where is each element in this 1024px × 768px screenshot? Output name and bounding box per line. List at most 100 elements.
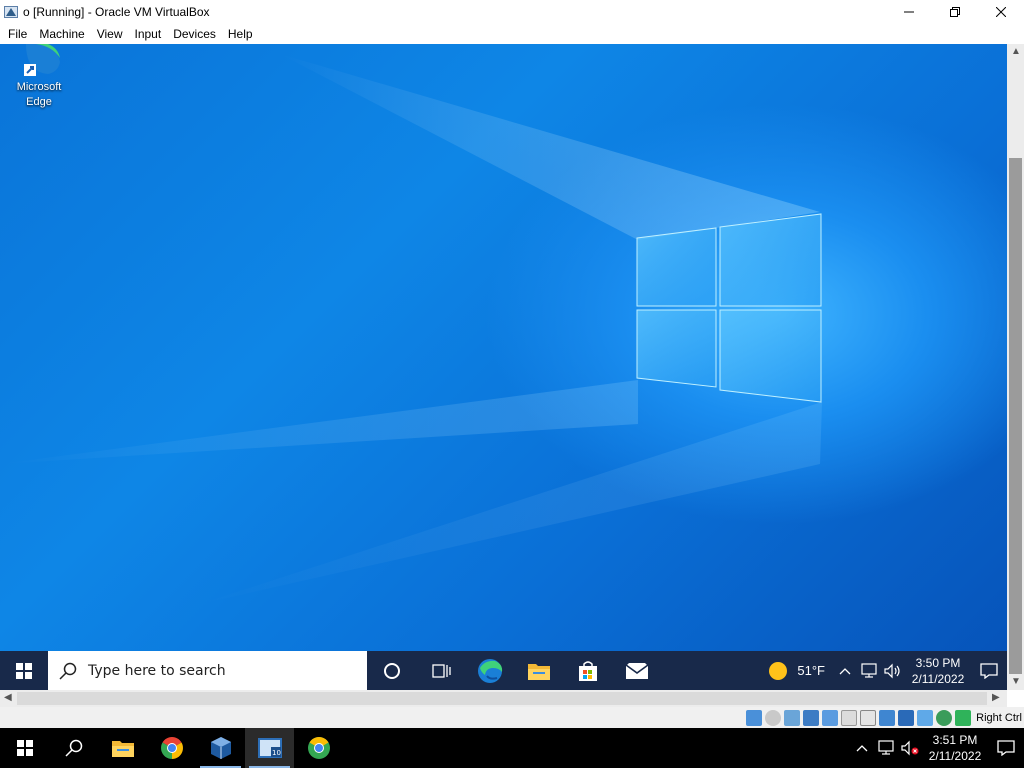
host-time: 3:51 PM — [932, 733, 978, 747]
host-file-explorer[interactable] — [98, 728, 147, 768]
virtualbox-icon — [210, 737, 231, 759]
windows-start-icon — [16, 662, 32, 679]
cortana-button[interactable] — [367, 651, 416, 690]
menu-view[interactable]: View — [91, 24, 129, 44]
notification-icon — [997, 740, 1015, 756]
volume-icon — [884, 663, 900, 678]
network-icon — [878, 740, 894, 755]
guest-notification-button[interactable] — [971, 662, 1007, 679]
horizontal-scroll-thumb[interactable] — [17, 692, 987, 705]
vertical-scrollbar[interactable]: ▲ ▼ — [1007, 44, 1024, 690]
restore-icon — [950, 7, 960, 17]
network-button[interactable] — [874, 740, 898, 756]
host-search-button[interactable] — [49, 728, 98, 768]
guest-clock[interactable]: 3:50 PM 2/11/2022 — [905, 655, 971, 687]
close-icon — [996, 7, 1006, 17]
host-virtualbox[interactable] — [196, 728, 245, 768]
vm-status-bar: Right Ctrl — [0, 707, 1024, 728]
host-chrome[interactable] — [147, 728, 196, 768]
video-capture-icon[interactable] — [879, 709, 896, 726]
menu-file[interactable]: File — [2, 24, 33, 44]
chevron-up-icon — [856, 745, 868, 752]
volume-muted-button[interactable] — [898, 740, 922, 756]
store-icon — [578, 660, 597, 681]
show-hidden-icons-button[interactable] — [850, 744, 874, 752]
menu-bar: File Machine View Input Devices Help — [0, 24, 1024, 44]
windows-logo — [636, 213, 822, 403]
windows-start-icon — [16, 740, 33, 756]
menu-help[interactable]: Help — [222, 24, 259, 44]
scroll-left-icon[interactable]: ◀ — [4, 692, 12, 703]
host-start-button[interactable] — [0, 728, 49, 768]
host-chrome-alt[interactable] — [294, 728, 343, 768]
taskbar-store[interactable] — [563, 651, 612, 690]
chevron-up-icon — [839, 667, 851, 674]
taskbar-mail[interactable] — [612, 651, 661, 690]
chrome-alt-icon — [307, 737, 330, 759]
edge-icon — [477, 658, 502, 683]
network-icon — [861, 662, 877, 678]
guest-date: 2/11/2022 — [911, 671, 965, 686]
host-notification-button[interactable] — [988, 740, 1024, 756]
scroll-up-icon[interactable]: ▲ — [1011, 46, 1021, 57]
cortana-icon — [383, 662, 400, 679]
file-explorer-icon — [527, 663, 550, 680]
hard-disk-icon[interactable] — [746, 709, 763, 726]
search-placeholder: Type here to search — [88, 662, 226, 679]
shared-folders-icon[interactable] — [841, 709, 858, 726]
search-icon — [59, 662, 77, 680]
minimize-button[interactable] — [886, 0, 932, 24]
windows-wallpaper — [0, 54, 822, 604]
desktop-icon-edge[interactable]: Microsoft Edge — [6, 44, 72, 110]
network-adapter-icon[interactable] — [803, 709, 820, 726]
cpu-icon[interactable] — [917, 709, 934, 726]
guest-display[interactable]: Microsoft Edge Type here to search 51°F … — [0, 44, 1007, 690]
audio-icon[interactable] — [784, 709, 801, 726]
weather-widget[interactable]: 51°F — [761, 661, 833, 680]
host-vm-window[interactable]: 10 — [245, 728, 294, 768]
network-button[interactable] — [857, 662, 881, 679]
guest-start-button[interactable] — [0, 651, 48, 690]
taskbar-file-explorer[interactable] — [514, 651, 563, 690]
chrome-icon — [160, 737, 183, 759]
scroll-right-icon[interactable]: ▶ — [992, 692, 1000, 703]
host-key-label: Right Ctrl — [976, 711, 1022, 724]
volume-button[interactable] — [881, 663, 905, 679]
minimize-icon — [904, 11, 914, 13]
host-clock[interactable]: 3:51 PM 2/11/2022 — [922, 732, 988, 764]
window-title: o [Running] - Oracle VM VirtualBox — [23, 5, 210, 19]
mail-icon — [625, 662, 648, 679]
usb-icon[interactable] — [822, 709, 839, 726]
optical-drive-icon[interactable] — [765, 709, 782, 726]
notification-icon — [980, 662, 998, 679]
taskbar-edge[interactable] — [465, 651, 514, 690]
mouse-integration-icon[interactable] — [936, 709, 953, 726]
scroll-down-icon[interactable]: ▼ — [1011, 676, 1021, 687]
menu-input[interactable]: Input — [129, 24, 168, 44]
guest-system-tray: 51°F 3:50 PM 2/11/2022 — [761, 651, 1007, 690]
menu-machine[interactable]: Machine — [33, 24, 90, 44]
file-explorer-icon — [111, 741, 134, 757]
volume-muted-icon — [901, 740, 919, 756]
task-view-button[interactable] — [416, 651, 465, 690]
menu-devices[interactable]: Devices — [167, 24, 222, 44]
sun-icon — [769, 661, 788, 680]
svg-text:10: 10 — [272, 749, 281, 757]
guest-taskbar: Type here to search 51°F 3:50 PM 2/11/20… — [0, 651, 1007, 690]
weather-temp: 51°F — [797, 663, 825, 678]
task-view-icon — [431, 663, 451, 678]
virtualization-icon[interactable] — [898, 709, 915, 726]
vertical-scroll-thumb[interactable] — [1009, 158, 1022, 674]
win10-vm-icon: 10 — [257, 738, 282, 758]
close-button[interactable] — [978, 0, 1024, 24]
keyboard-capture-icon[interactable] — [955, 709, 972, 726]
edge-shortcut-icon — [24, 44, 60, 76]
guest-search-box[interactable]: Type here to search — [48, 651, 367, 690]
virtualbox-window: o [Running] - Oracle VM VirtualBox File … — [0, 0, 1024, 768]
display-icon[interactable] — [860, 709, 877, 726]
show-hidden-icons-button[interactable] — [833, 667, 857, 675]
desktop-icon-label: Microsoft Edge — [16, 81, 62, 108]
title-bar[interactable]: o [Running] - Oracle VM VirtualBox — [0, 0, 1024, 24]
horizontal-scrollbar[interactable]: ◀ ▶ — [0, 690, 1007, 707]
restore-button[interactable] — [932, 0, 978, 24]
